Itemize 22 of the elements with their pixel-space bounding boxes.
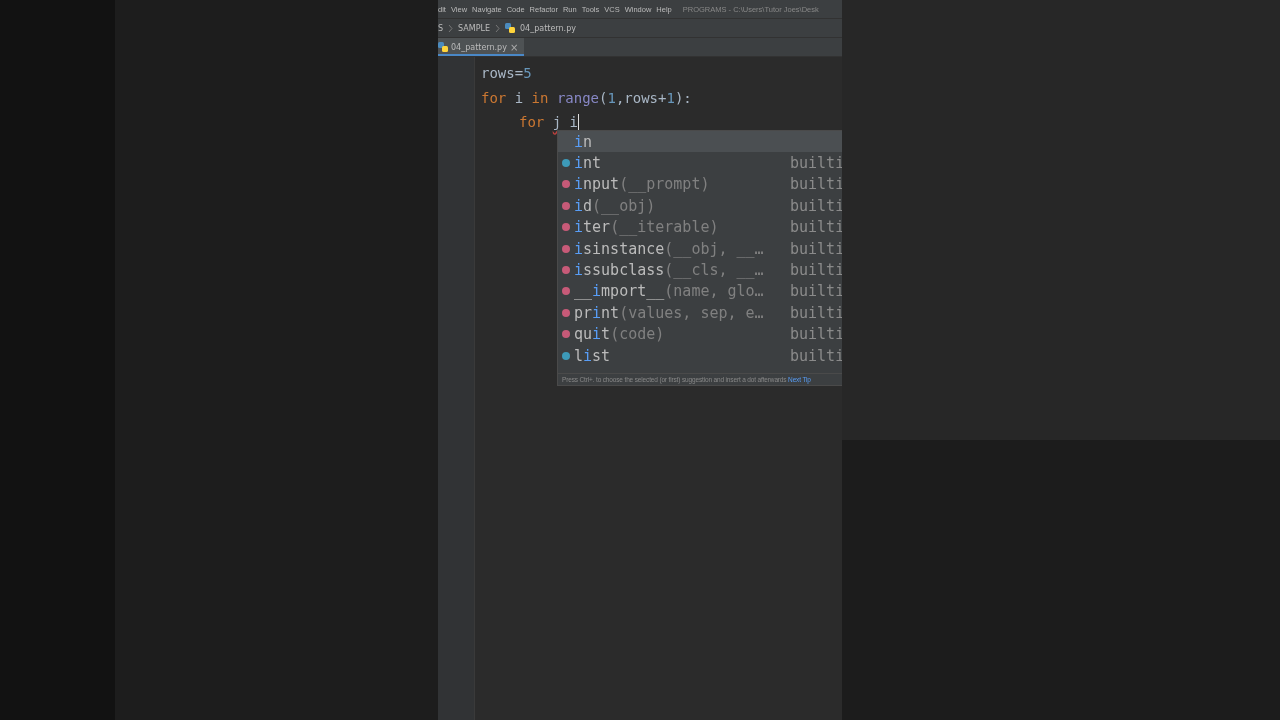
breadcrumb-item[interactable]: S — [438, 23, 444, 33]
function-icon — [562, 244, 570, 253]
breadcrumb-item[interactable]: SAMPLE — [458, 23, 490, 33]
completion-item[interactable]: in — [558, 131, 842, 153]
function-icon — [562, 330, 570, 339]
python-file-icon — [438, 42, 448, 52]
function-icon — [562, 266, 570, 275]
chevron-icon — [495, 23, 500, 33]
close-icon[interactable]: × — [509, 41, 519, 53]
code-line: for i in range(1,rows+1): — [481, 88, 693, 108]
function-icon — [562, 287, 570, 296]
file-tab[interactable]: 04_pattern.py × — [438, 38, 525, 56]
breadcrumb-item[interactable]: 04_pattern.py — [520, 23, 576, 33]
class-icon — [562, 351, 570, 360]
function-icon — [562, 201, 570, 210]
python-file-icon — [505, 23, 515, 33]
class-icon — [562, 159, 570, 168]
code-line: rows=5 — [481, 64, 533, 83]
function-icon — [562, 180, 570, 189]
chevron-icon — [448, 23, 454, 33]
function-icon — [562, 308, 570, 317]
function-icon — [562, 223, 570, 232]
